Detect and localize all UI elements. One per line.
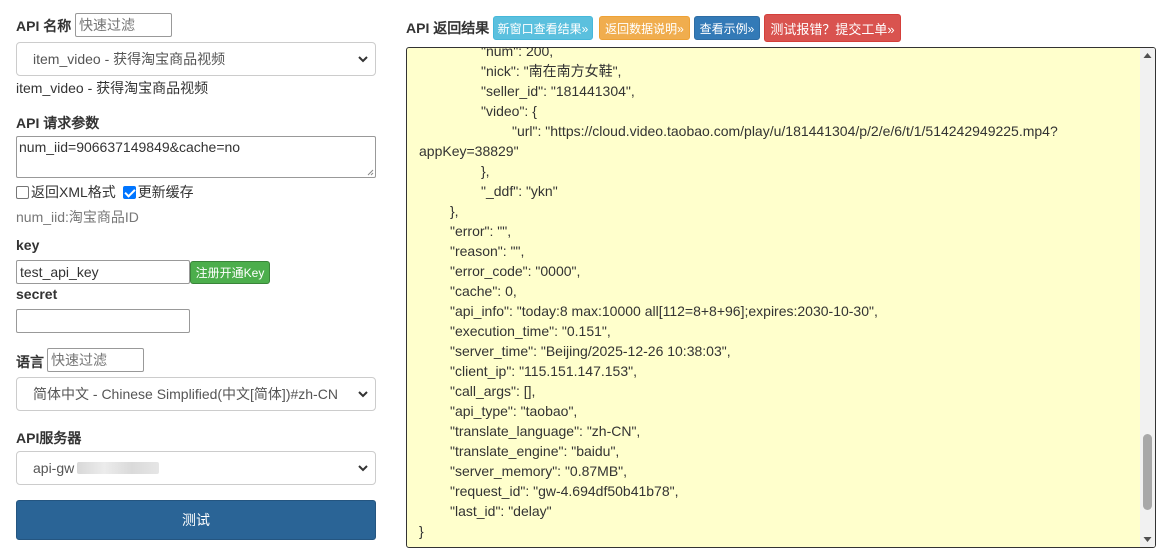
json-line: } bbox=[419, 523, 424, 539]
json-line: }, bbox=[450, 203, 459, 219]
server-label: API服务器 bbox=[16, 430, 82, 446]
json-line: "api_type": "taobao", bbox=[450, 403, 578, 419]
scrollbar[interactable] bbox=[1140, 48, 1155, 547]
key-input[interactable]: test_api_key bbox=[16, 260, 190, 284]
json-line: "num": 200, bbox=[481, 47, 554, 59]
cache-checkbox[interactable] bbox=[122, 186, 136, 199]
json-line: "client_ip": "115.151.147.153", bbox=[450, 363, 637, 379]
json-line: "url": "https://cloud.video.taobao.com/p… bbox=[512, 123, 1058, 139]
api-select[interactable]: item_video - 获得淘宝商品视频 bbox=[16, 42, 376, 76]
scroll-thumb[interactable] bbox=[1143, 434, 1152, 510]
json-line: "video": { bbox=[481, 103, 537, 119]
json-line: "request_id": "gw-4.694df50b41b78", bbox=[450, 483, 679, 499]
option-row: 返回XML格式 更新缓存 bbox=[16, 182, 194, 202]
resize-grip-icon[interactable] bbox=[366, 168, 374, 176]
json-line: "execution_time": "0.151", bbox=[450, 323, 611, 339]
view-example-button[interactable]: 查看示例» bbox=[694, 16, 760, 40]
api-selected-text: item_video - 获得淘宝商品视频 bbox=[16, 80, 209, 96]
json-line: "last_id": "delay" bbox=[450, 503, 552, 519]
secret-input[interactable] bbox=[16, 309, 190, 333]
chevron-down-icon bbox=[358, 391, 368, 398]
language-select-value: 简体中文 - Chinese Simplified(中文[简体])#zh-CN bbox=[33, 386, 338, 402]
json-result-panel[interactable]: "num": 200, "nick": "南在南方女鞋", "seller_id":… bbox=[406, 47, 1156, 548]
json-line: "translate_engine": "baidu", bbox=[450, 443, 620, 459]
params-value: num_iid=906637149849&cache=no bbox=[19, 139, 241, 155]
json-line: "error": "", bbox=[450, 223, 512, 239]
params-label: API 请求参数 bbox=[16, 115, 100, 131]
json-line: "seller_id": "181441304", bbox=[481, 83, 635, 99]
json-line: }, bbox=[481, 163, 490, 179]
xml-label: 返回XML格式 bbox=[31, 184, 116, 200]
json-line: appKey=38829" bbox=[419, 143, 519, 159]
chevron-down-icon bbox=[358, 465, 368, 472]
api-filter-input[interactable] bbox=[75, 13, 172, 37]
result-title: API 返回结果 bbox=[406, 20, 490, 36]
test-button[interactable]: 测试 bbox=[16, 500, 376, 540]
json-line: "cache": 0, bbox=[450, 283, 517, 299]
xml-checkbox[interactable] bbox=[16, 186, 29, 199]
json-line: "server_time": "Beijing/2025-12-26 10:38… bbox=[450, 343, 731, 359]
open-new-window-button[interactable]: 新窗口查看结果» bbox=[493, 16, 593, 40]
key-value: test_api_key bbox=[20, 264, 99, 280]
server-select[interactable]: api-gw bbox=[16, 451, 376, 485]
language-filter-input[interactable] bbox=[47, 348, 144, 372]
json-line: "nick": "南在南方女鞋", bbox=[481, 63, 622, 79]
json-line: "error_code": "0000", bbox=[450, 263, 581, 279]
cache-label: 更新缓存 bbox=[137, 184, 194, 200]
json-content: "num": 200, "nick": "南在南方女鞋", "seller_id":… bbox=[419, 47, 1139, 541]
json-line: "call_args": [], bbox=[450, 383, 536, 399]
server-select-value: api-gw bbox=[33, 460, 75, 476]
json-line: "server_memory": "0.87MB", bbox=[450, 463, 628, 479]
blurred-server-host bbox=[77, 462, 160, 474]
chevron-down-icon bbox=[358, 56, 368, 63]
secret-label: secret bbox=[16, 286, 58, 302]
language-select[interactable]: 简体中文 - Chinese Simplified(中文[简体])#zh-CN bbox=[16, 377, 376, 411]
params-textarea[interactable]: num_iid=906637149849&cache=no bbox=[16, 136, 376, 178]
json-line: "api_info": "today:8 max:10000 all[112=8… bbox=[450, 303, 878, 319]
json-line: "translate_language": "zh-CN", bbox=[450, 423, 641, 439]
register-key-button[interactable]: 注册开通Key bbox=[190, 261, 270, 284]
language-label: 语言 bbox=[16, 354, 44, 370]
param-hint: num_iid:淘宝商品ID bbox=[16, 209, 139, 225]
submit-ticket-button[interactable]: 测试报错？提交工单» bbox=[764, 14, 901, 42]
api-select-value: item_video - 获得淘宝商品视频 bbox=[33, 51, 226, 67]
scroll-up-icon[interactable] bbox=[1143, 52, 1152, 59]
json-line: "reason": "", bbox=[450, 243, 525, 259]
key-label: key bbox=[16, 237, 40, 253]
data-description-button[interactable]: 返回数据说明» bbox=[599, 16, 690, 40]
api-name-label: API 名称 bbox=[16, 18, 72, 34]
scroll-down-icon[interactable] bbox=[1143, 536, 1152, 543]
json-line: "_ddf": "ykn" bbox=[481, 183, 558, 199]
